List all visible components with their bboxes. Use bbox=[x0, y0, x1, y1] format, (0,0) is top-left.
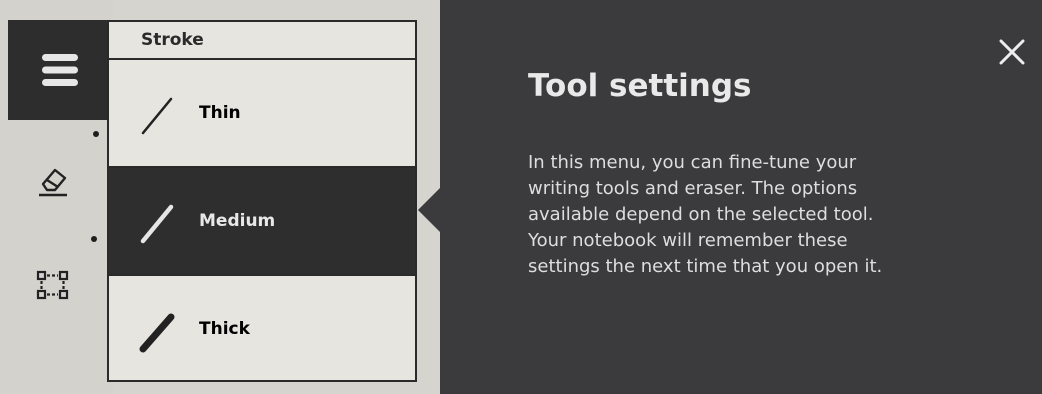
thin-line-icon bbox=[141, 97, 173, 135]
help-body-line: settings the next time that you open it. bbox=[528, 256, 883, 277]
stroke-option-thick[interactable]: Thick bbox=[109, 276, 415, 382]
help-overlay: Tool settings In this menu, you can fine… bbox=[440, 0, 1042, 394]
stroke-option-label: Medium bbox=[199, 211, 276, 231]
help-body-line: available depend on the selected tool. bbox=[528, 204, 874, 225]
eraser-button[interactable] bbox=[18, 150, 88, 210]
select-button[interactable] bbox=[18, 254, 88, 314]
screen: Stroke Thin Medium Thick Tool settings I… bbox=[0, 0, 1042, 394]
close-icon bbox=[999, 39, 1025, 65]
overlay-pointer bbox=[418, 188, 440, 232]
stroke-option-label: Thick bbox=[199, 319, 250, 339]
select-indicator-dot bbox=[91, 236, 97, 242]
toolbar bbox=[0, 0, 113, 394]
menu-button[interactable] bbox=[8, 20, 111, 120]
medium-line-icon bbox=[140, 204, 174, 244]
help-body: In this menu, you can fine-tune your wri… bbox=[528, 150, 998, 280]
help-body-line: writing tools and eraser. The options bbox=[528, 178, 858, 199]
stroke-option-label: Thin bbox=[199, 103, 241, 123]
eraser-indicator-dot bbox=[93, 131, 99, 137]
stroke-option-medium[interactable]: Medium bbox=[109, 168, 415, 274]
thick-line-icon bbox=[139, 313, 175, 353]
select-icon bbox=[36, 270, 69, 300]
stroke-option-thin[interactable]: Thin bbox=[109, 60, 415, 166]
stroke-panel: Stroke Thin Medium Thick bbox=[107, 20, 417, 382]
menu-icon bbox=[41, 54, 78, 86]
eraser-icon bbox=[39, 168, 67, 197]
help-body-line: In this menu, you can fine-tune your bbox=[528, 152, 857, 173]
stroke-panel-header: Stroke bbox=[109, 22, 415, 60]
close-button[interactable] bbox=[992, 32, 1032, 72]
help-title: Tool settings bbox=[528, 68, 752, 104]
help-body-line: Your notebook will remember these bbox=[528, 230, 848, 251]
